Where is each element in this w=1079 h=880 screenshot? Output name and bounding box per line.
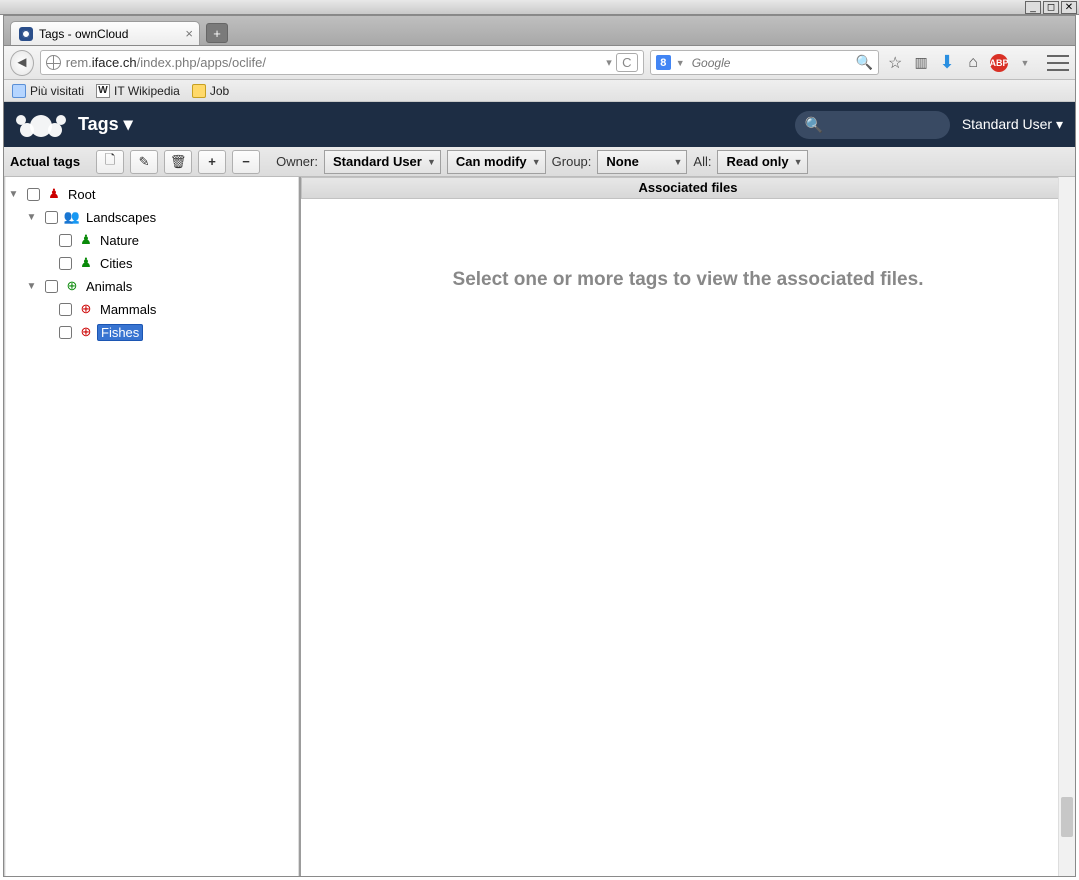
app-search-box[interactable]: 🔍 <box>795 111 950 139</box>
toolbar-title: Actual tags <box>10 154 80 169</box>
browser-search-box[interactable]: 8 ▼ 🔍 <box>650 50 879 75</box>
vertical-scrollbar[interactable] <box>1058 177 1075 876</box>
delete-tag-button[interactable]: 🗑 <box>164 150 192 174</box>
globe-icon <box>46 55 61 70</box>
globe-icon: ⊕ <box>79 301 93 317</box>
close-window-button[interactable]: ✕ <box>1061 1 1077 14</box>
navigation-toolbar: ◄ rem.iface.ch/index.php/apps/oclife/ ▾ … <box>4 46 1075 80</box>
back-button[interactable]: ◄ <box>10 50 34 76</box>
group-select[interactable]: None <box>597 150 687 174</box>
group-icon: 👥 <box>65 209 79 225</box>
tab-strip: Tags - ownCloud × + <box>4 16 1075 46</box>
browser-window: Tags - ownCloud × + ◄ rem.iface.ch/index… <box>3 15 1076 877</box>
reload-button[interactable]: C <box>616 53 638 72</box>
app-header: Tags ▾ 🔍 Standard User ▾ <box>4 102 1075 147</box>
person-icon: ♟ <box>47 186 61 202</box>
tree-checkbox[interactable] <box>27 188 40 201</box>
tree-checkbox[interactable] <box>59 257 72 270</box>
tree-checkbox[interactable] <box>45 280 58 293</box>
owner-select[interactable]: Standard User <box>324 150 441 174</box>
edit-tag-button[interactable]: ✎ <box>130 150 158 174</box>
bookmark-star-icon[interactable]: ☆ <box>885 52 905 74</box>
tree-node-root[interactable]: ▼ ♟ Root <box>8 183 296 205</box>
placeholder-text: Select one or more tags to view the asso… <box>301 199 1075 876</box>
bookmarks-bar: Più visitati W IT Wikipedia Job <box>4 80 1075 102</box>
owner-label: Owner: <box>276 154 318 169</box>
person-icon: ♟ <box>79 255 93 271</box>
tab-close-icon[interactable]: × <box>185 26 193 41</box>
group-label: Group: <box>552 154 592 169</box>
folder-icon <box>192 84 206 98</box>
all-label: All: <box>693 154 711 169</box>
new-tab-button[interactable]: + <box>206 23 228 43</box>
remove-button[interactable]: − <box>232 150 260 174</box>
add-button[interactable]: + <box>198 150 226 174</box>
app-name-dropdown[interactable]: Tags ▾ <box>78 114 133 135</box>
tree-checkbox[interactable] <box>45 211 58 224</box>
tree-node-cities[interactable]: ♟ Cities <box>8 252 296 274</box>
downloads-icon[interactable]: ⬇ <box>937 52 957 74</box>
scrollbar-thumb[interactable] <box>1061 797 1073 837</box>
minimize-button[interactable]: _ <box>1025 1 1041 14</box>
tree-checkbox[interactable] <box>59 234 72 247</box>
search-input[interactable] <box>690 55 851 71</box>
content-area: ▼ ♟ Root ▼ 👥 Landscapes ♟ Nature ♟ Citie… <box>4 177 1075 876</box>
bookmark-job[interactable]: Job <box>192 84 229 98</box>
browser-tab[interactable]: Tags - ownCloud × <box>10 21 200 45</box>
tab-title: Tags - ownCloud <box>39 27 128 41</box>
dropdown-icon[interactable]: ▾ <box>606 56 612 69</box>
url-bar[interactable]: rem.iface.ch/index.php/apps/oclife/ ▾ C <box>40 50 644 75</box>
chevron-down-icon[interactable]: ▼ <box>676 58 685 68</box>
search-icon: 🔍 <box>805 116 824 134</box>
new-tag-button[interactable]: 🗋 <box>96 150 124 174</box>
wikipedia-icon: W <box>96 84 110 98</box>
google-icon: 8 <box>656 55 671 70</box>
tree-node-landscapes[interactable]: ▼ 👥 Landscapes <box>8 206 296 228</box>
adblock-icon[interactable]: ABP <box>989 52 1009 74</box>
filter-toolbar: Actual tags 🗋 ✎ 🗑 + − Owner: Standard Us… <box>4 147 1075 177</box>
home-icon[interactable]: ⌂ <box>963 52 983 74</box>
twisty-icon[interactable]: ▼ <box>8 189 19 200</box>
menu-button[interactable] <box>1047 52 1069 74</box>
owner-permission-select[interactable]: Can modify <box>447 150 546 174</box>
person-icon: ♟ <box>79 232 93 248</box>
maximize-button[interactable]: ◻ <box>1043 1 1059 14</box>
adblock-dropdown-icon[interactable]: ▼ <box>1015 52 1035 74</box>
twisty-icon[interactable]: ▼ <box>26 212 37 223</box>
associated-files-header: Associated files <box>301 177 1075 199</box>
tree-checkbox[interactable] <box>59 303 72 316</box>
library-icon[interactable]: ▥ <box>911 52 931 74</box>
tree-node-fishes[interactable]: ⊕ Fishes <box>8 321 296 343</box>
user-menu[interactable]: Standard User ▾ <box>962 116 1063 133</box>
tab-favicon-icon <box>19 27 33 41</box>
main-pane: Associated files Select one or more tags… <box>301 177 1075 876</box>
bookmark-it-wikipedia[interactable]: W IT Wikipedia <box>96 84 180 98</box>
twisty-icon[interactable]: ▼ <box>26 281 37 292</box>
globe-icon: ⊕ <box>79 324 93 340</box>
globe-icon: ⊕ <box>65 278 79 294</box>
tree-node-nature[interactable]: ♟ Nature <box>8 229 296 251</box>
os-titlebar: _ ◻ ✕ <box>0 0 1079 15</box>
search-icon[interactable]: 🔍 <box>856 54 873 71</box>
owncloud-logo-icon[interactable] <box>16 109 66 141</box>
bookmark-icon <box>12 84 26 98</box>
tree-checkbox[interactable] <box>59 326 72 339</box>
tree-node-mammals[interactable]: ⊕ Mammals <box>8 298 296 320</box>
pane-splitter[interactable] <box>299 177 304 876</box>
tag-tree: ▼ ♟ Root ▼ 👥 Landscapes ♟ Nature ♟ Citie… <box>4 177 301 876</box>
url-text: rem.iface.ch/index.php/apps/oclife/ <box>66 55 606 70</box>
bookmark-piu-visitati[interactable]: Più visitati <box>12 84 84 98</box>
tree-node-animals[interactable]: ▼ ⊕ Animals <box>8 275 296 297</box>
all-permission-select[interactable]: Read only <box>717 150 807 174</box>
